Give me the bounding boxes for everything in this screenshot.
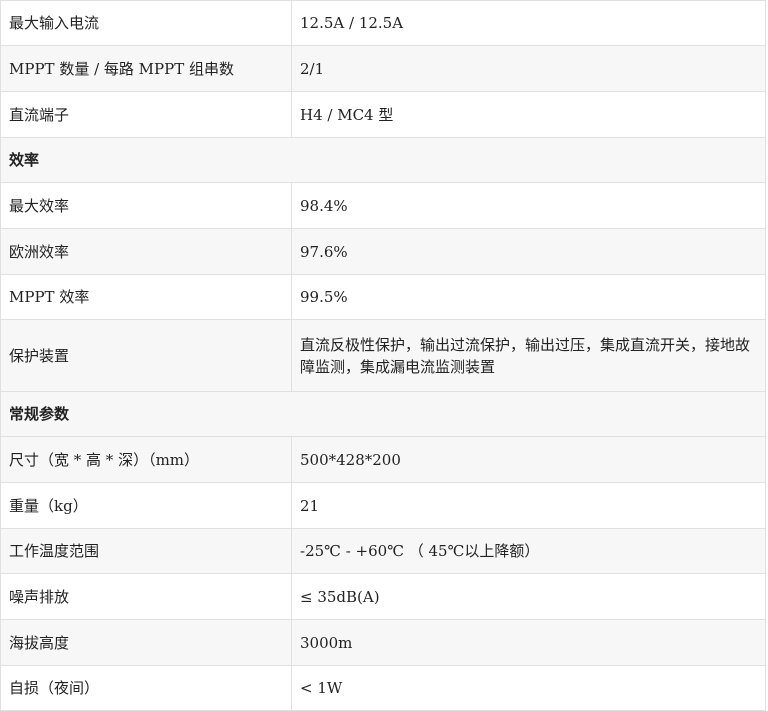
row-label: 海拔高度 <box>0 619 292 666</box>
table-row: 海拔高度 3000m <box>0 619 766 666</box>
row-label: 直流端子 <box>0 91 292 138</box>
row-label: MPPT 效率 <box>0 274 292 320</box>
row-label: 最大效率 <box>0 182 292 229</box>
table-row: 最大效率 98.4% <box>0 182 766 229</box>
section-title: 效率 <box>0 137 766 183</box>
section-header: 常规参数 <box>0 391 766 437</box>
table-row: 尺寸（宽 * 高 * 深）（mm） 500*428*200 <box>0 436 766 483</box>
row-value: 直流反极性保护，输出过流保护，输出过压，集成直流开关，接地故障监测，集成漏电流监… <box>291 319 766 392</box>
table-row: 工作温度范围 -25℃ - +60℃ （ 45℃以上降额） <box>0 528 766 574</box>
row-value: -25℃ - +60℃ （ 45℃以上降额） <box>291 528 766 574</box>
table-row: 保护装置 直流反极性保护，输出过流保护，输出过压，集成直流开关，接地故障监测，集… <box>0 319 766 392</box>
row-label: 欧洲效率 <box>0 228 292 275</box>
table-row: 重量（kg） 21 <box>0 482 766 529</box>
row-label: 工作温度范围 <box>0 528 292 574</box>
row-label: 保护装置 <box>0 319 292 392</box>
row-label: 自损（夜间） <box>0 665 292 711</box>
row-label: 噪声排放 <box>0 573 292 620</box>
row-value: 98.4% <box>291 182 766 229</box>
section-title: 常规参数 <box>0 391 766 437</box>
row-value: ≤ 35dB(A) <box>291 573 766 620</box>
row-value: 12.5A / 12.5A <box>291 0 766 46</box>
table-row: 自损（夜间） < 1W <box>0 665 766 711</box>
row-label: MPPT 数量 / 每路 MPPT 组串数 <box>0 45 292 92</box>
table-row: MPPT 效率 99.5% <box>0 274 766 320</box>
row-value: < 1W <box>291 665 766 711</box>
row-label: 重量（kg） <box>0 482 292 529</box>
row-value: 500*428*200 <box>291 436 766 483</box>
table-row: MPPT 数量 / 每路 MPPT 组串数 2/1 <box>0 45 766 92</box>
row-value: 97.6% <box>291 228 766 275</box>
row-value: H4 / MC4 型 <box>291 91 766 138</box>
row-value: 2/1 <box>291 45 766 92</box>
row-label: 尺寸（宽 * 高 * 深）（mm） <box>0 436 292 483</box>
table-row: 欧洲效率 97.6% <box>0 228 766 275</box>
row-value: 21 <box>291 482 766 529</box>
spec-table: 最大输入电流 12.5A / 12.5A MPPT 数量 / 每路 MPPT 组… <box>0 0 766 711</box>
table-row: 直流端子 H4 / MC4 型 <box>0 91 766 138</box>
row-label: 最大输入电流 <box>0 0 292 46</box>
table-row: 噪声排放 ≤ 35dB(A) <box>0 573 766 620</box>
row-value: 99.5% <box>291 274 766 320</box>
row-value: 3000m <box>291 619 766 666</box>
table-row: 最大输入电流 12.5A / 12.5A <box>0 0 766 46</box>
section-header: 效率 <box>0 137 766 183</box>
